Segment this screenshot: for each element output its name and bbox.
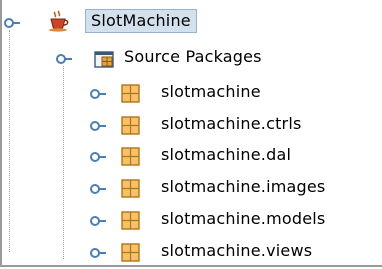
project-tree-panel: SlotMachine Source Packages slotmachine … xyxy=(0,0,382,267)
package-label[interactable]: slotmachine xyxy=(161,81,261,103)
expand-handle-package[interactable] xyxy=(89,183,107,197)
tree-node-package[interactable]: slotmachine.views xyxy=(0,239,382,269)
package-icon xyxy=(120,210,142,232)
expand-handle-package[interactable] xyxy=(89,247,107,261)
package-icon xyxy=(120,146,142,168)
coffee-cup-icon xyxy=(48,10,70,32)
package-icon xyxy=(120,242,142,264)
tree-node-package[interactable]: slotmachine.ctrls xyxy=(0,112,382,142)
source-packages-label[interactable]: Source Packages xyxy=(124,46,262,68)
package-icon xyxy=(120,83,142,105)
tree-node-package[interactable]: slotmachine.dal xyxy=(0,143,382,173)
project-label[interactable]: SlotMachine xyxy=(85,9,197,33)
tree-node-source-packages[interactable]: Source Packages xyxy=(0,45,382,75)
package-icon xyxy=(120,178,142,200)
package-label[interactable]: slotmachine.images xyxy=(161,176,325,198)
tree-node-package[interactable]: slotmachine.models xyxy=(0,207,382,237)
tree-node-project[interactable]: SlotMachine xyxy=(0,9,382,39)
package-label[interactable]: slotmachine.models xyxy=(161,208,325,230)
expand-handle-package[interactable] xyxy=(89,215,107,229)
expand-collapse-handle-project[interactable] xyxy=(3,17,21,31)
tree-node-package[interactable]: slotmachine.images xyxy=(0,175,382,205)
expand-handle-package[interactable] xyxy=(89,151,107,165)
expand-handle-package[interactable] xyxy=(89,88,107,102)
package-label[interactable]: slotmachine.dal xyxy=(161,144,291,166)
tree-node-package[interactable]: slotmachine xyxy=(0,80,382,110)
package-label[interactable]: slotmachine.ctrls xyxy=(161,113,302,135)
package-icon xyxy=(120,115,142,137)
package-label[interactable]: slotmachine.views xyxy=(161,240,312,262)
expand-handle-package[interactable] xyxy=(89,120,107,134)
source-packages-icon xyxy=(94,48,116,70)
expand-collapse-handle-source-packages[interactable] xyxy=(55,53,73,67)
